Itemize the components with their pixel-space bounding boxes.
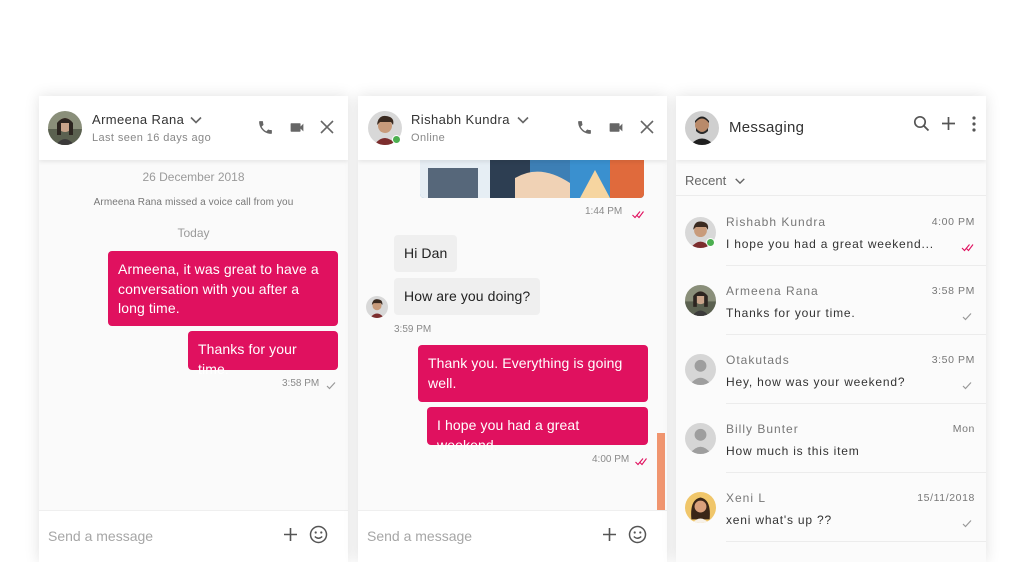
message-time: 4:00 PM [592,454,630,465]
conversation-item[interactable]: Billy Bunter Mon How much is this item [676,404,986,473]
chat-window-armeena: Armeena Rana Last seen 16 days ago 26 De… [39,96,348,562]
read-check-icon [326,377,336,395]
messaging-header: Messaging [676,96,986,160]
online-indicator [392,135,401,144]
avatar [685,285,716,316]
contact-name[interactable]: Armeena Rana [92,112,184,127]
contact-name[interactable]: Rishabh Kundra [411,112,510,127]
message-composer [39,510,348,562]
more-vertical-icon[interactable] [972,116,976,132]
search-icon[interactable] [913,115,930,132]
plus-icon[interactable] [283,527,298,542]
conversation-preview: I hope you had a great weekend... [726,237,934,251]
conversation-name: Rishabh Kundra [726,215,827,229]
close-icon[interactable] [320,120,334,134]
conversation-time: 15/11/2018 [917,492,975,504]
filter-select[interactable]: Recent [685,173,726,188]
outgoing-message: Armeena, it was great to have a conversa… [108,251,338,326]
plus-icon[interactable] [941,116,956,131]
chevron-down-icon[interactable] [189,113,203,127]
filter-bar: Recent [676,160,986,196]
incoming-message: Hi Dan [394,235,458,272]
chevron-down-icon[interactable] [734,175,746,187]
phone-icon[interactable] [576,119,593,136]
chevron-down-icon[interactable] [516,113,530,127]
chat-header: Rishabh Kundra Online [358,96,667,160]
avatar [685,492,716,523]
default-avatar-icon [685,354,716,385]
conversation-preview: Thanks for your time. [726,306,856,320]
read-double-check-icon [632,206,644,224]
avatar[interactable] [48,111,82,145]
conversation-name: Billy Bunter [726,422,799,436]
conversation-time: 3:58 PM [931,285,975,297]
conversation-name: Armeena Rana [726,284,819,298]
shared-image[interactable] [420,158,644,198]
system-note: Armeena Rana missed a voice call from yo… [93,197,294,208]
message-time: 3:58 PM [282,378,320,389]
conversation-time: 3:50 PM [931,354,975,366]
conversation-item[interactable]: Xeni L 15/11/2018 xeni what's up ?? [676,473,986,542]
user-avatar[interactable] [685,111,719,145]
read-check-icon [962,308,972,326]
page-title: Messaging [729,119,805,136]
phone-icon[interactable] [257,119,274,136]
date-divider: 26 December 2018 [142,170,245,184]
messaging-list-panel: Messaging Recent Rishabh Kundra 4:00 PM … [676,96,986,562]
date-divider: Today [177,226,210,240]
conversation-preview: Hey, how was your weekend? [726,375,906,389]
default-avatar-icon [685,423,716,454]
conversation-time: 4:00 PM [931,216,975,228]
conversation-item[interactable]: Rishabh Kundra 4:00 PM I hope you had a … [676,197,986,266]
online-indicator [706,238,715,247]
conversation-preview: xeni what's up ?? [726,513,832,527]
divider [726,541,986,542]
conversation-time: Mon [952,423,975,435]
outgoing-message: Thank you. Everything is going well. [418,345,648,402]
video-icon[interactable] [288,119,306,136]
close-icon[interactable] [640,120,654,134]
conversation-name: Otakutads [726,353,790,367]
video-icon[interactable] [607,119,625,136]
read-check-icon [962,377,972,395]
online-status: Online [411,132,446,144]
read-check-icon [962,515,972,533]
conversation-item[interactable]: Otakutads 3:50 PM Hey, how was your week… [676,335,986,404]
conversation-item[interactable]: Armeena Rana 3:58 PM Thanks for your tim… [676,266,986,335]
incoming-message: How are you doing? [394,278,541,315]
read-double-check-icon [635,453,647,471]
sender-avatar [366,296,388,318]
emoji-icon[interactable] [628,525,647,544]
outgoing-message: I hope you had a great weekend. [427,407,648,453]
message-time: 1:44 PM [585,206,623,217]
message-input[interactable] [367,525,587,547]
read-double-check-icon [961,239,974,257]
emoji-icon[interactable] [309,525,328,544]
message-input[interactable] [48,525,268,547]
conversation-preview: How much is this item [726,444,860,458]
plus-icon[interactable] [602,527,617,542]
chat-window-rishabh: Rishabh Kundra Online 1:44 PM Hi Dan How… [358,96,667,562]
scrollbar-thumb[interactable] [657,433,665,511]
chat-header: Armeena Rana Last seen 16 days ago [39,96,348,160]
last-seen-status: Last seen 16 days ago [92,132,212,144]
conversation-name: Xeni L [726,491,767,505]
message-composer [358,510,667,562]
outgoing-message: Thanks for your time. [188,331,338,377]
message-time: 3:59 PM [394,324,432,335]
